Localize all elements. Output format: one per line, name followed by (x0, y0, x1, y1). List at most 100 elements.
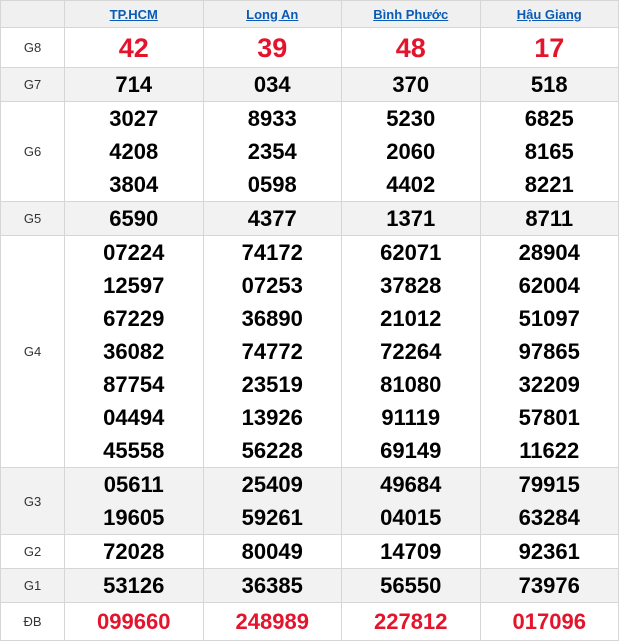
result-number: 2060 (386, 139, 436, 164)
result-cell: 28904 62004 51097 97865 32209 57801 11622 (479, 235, 619, 468)
result-cell: 25409 59261 (202, 467, 342, 535)
result-number: 51097 (518, 306, 580, 331)
result-number: 3804 (109, 172, 159, 197)
result-number: 017096 (512, 609, 586, 634)
result-cell: 49684 04015 (341, 467, 481, 535)
result-number: 11622 (519, 438, 580, 463)
result-cell: 8933 2354 0598 (202, 101, 342, 202)
result-cell: 80049 (202, 534, 342, 569)
result-number: 12597 (103, 273, 165, 298)
result-number: 74172 (241, 240, 303, 265)
result-cell: 48 (341, 27, 481, 68)
result-cell: 62071 37828 21012 72264 81080 91119 69149 (341, 235, 481, 468)
result-number: 099660 (97, 609, 171, 634)
result-number: 79915 (518, 472, 580, 497)
result-number: 48 (395, 32, 426, 63)
prize-label: G5 (0, 201, 65, 236)
result-cell: 14709 (341, 534, 481, 569)
result-number: 05611 (103, 472, 164, 497)
prize-label: G3 (0, 467, 65, 535)
result-number: 53126 (103, 573, 165, 598)
result-number: 25409 (241, 472, 303, 497)
result-number: 13926 (241, 405, 303, 430)
result-cell: 73976 (479, 568, 619, 603)
result-number: 518 (530, 72, 568, 97)
result-number: 36082 (103, 339, 165, 364)
result-cell: 72028 (64, 534, 204, 569)
result-number: 227812 (374, 609, 448, 634)
result-cell: 39 (202, 27, 342, 68)
result-number: 72264 (380, 339, 442, 364)
result-number: 8933 (247, 106, 297, 131)
result-number: 59261 (241, 505, 303, 530)
prize-row: G7 714 034 370 518 (0, 67, 619, 102)
result-number: 62004 (518, 273, 580, 298)
result-number: 07224 (103, 240, 165, 265)
province-link-binh-phuoc[interactable]: Bình Phước (341, 0, 481, 28)
result-number: 69149 (380, 438, 442, 463)
result-number: 49684 (380, 472, 442, 497)
result-number: 97865 (518, 339, 580, 364)
result-number: 2354 (247, 139, 297, 164)
province-header-row: TP.HCM Long An Bình Phước Hậu Giang (0, 0, 619, 28)
result-cell: 07224 12597 67229 36082 87754 04494 45558 (64, 235, 204, 468)
result-cell: 248989 (202, 602, 342, 641)
result-number: 6825 (524, 106, 574, 131)
result-number: 04015 (380, 505, 442, 530)
result-cell: 79915 63284 (479, 467, 619, 535)
result-number: 21012 (380, 306, 442, 331)
prize-column-header (0, 0, 65, 28)
result-number: 0598 (247, 172, 297, 197)
prize-row: G5 6590 4377 1371 8711 (0, 201, 619, 236)
province-link-tp-hcm[interactable]: TP.HCM (64, 0, 204, 28)
prize-row: G2 72028 80049 14709 92361 (0, 534, 619, 569)
province-link-hau-giang[interactable]: Hậu Giang (479, 0, 619, 28)
result-cell: 53126 (64, 568, 204, 603)
prize-row: G3 05611 19605 25409 59261 49684 04015 79915 632… (0, 467, 619, 535)
result-cell: 518 (479, 67, 619, 102)
result-number: 23519 (241, 372, 303, 397)
result-number: 39 (257, 32, 288, 63)
result-number: 57801 (518, 405, 580, 430)
result-number: 04494 (103, 405, 165, 430)
result-cell: 6825 8165 8221 (479, 101, 619, 202)
result-cell: 92361 (479, 534, 619, 569)
prize-label: G7 (0, 67, 65, 102)
prize-label: G1 (0, 568, 65, 603)
result-cell: 370 (341, 67, 481, 102)
result-number: 4377 (247, 206, 297, 231)
result-number: 74772 (241, 339, 303, 364)
prize-label: ĐB (0, 602, 65, 641)
prize-row: G8 42 39 48 17 (0, 27, 619, 68)
result-cell: 714 (64, 67, 204, 102)
result-number: 5230 (386, 106, 436, 131)
result-number: 8221 (524, 172, 574, 197)
result-cell: 034 (202, 67, 342, 102)
prize-row: G6 3027 4208 3804 8933 2354 0598 5230 2060 4402 68… (0, 101, 619, 202)
result-cell: 05611 19605 (64, 467, 204, 535)
result-number: 6590 (109, 206, 159, 231)
result-cell: 3027 4208 3804 (64, 101, 204, 202)
result-number: 80049 (241, 539, 303, 564)
result-cell: 1371 (341, 201, 481, 236)
result-number: 87754 (103, 372, 165, 397)
result-cell: 74172 07253 36890 74772 23519 13926 56228 (202, 235, 342, 468)
result-number: 45558 (103, 438, 165, 463)
result-number: 8711 (525, 206, 574, 231)
prize-label: G4 (0, 235, 65, 468)
result-number: 56228 (241, 438, 303, 463)
prize-row: ĐB 099660 248989 227812 017096 (0, 602, 619, 641)
result-number: 62071 (380, 240, 442, 265)
result-cell: 36385 (202, 568, 342, 603)
province-link-long-an[interactable]: Long An (202, 0, 342, 28)
result-number: 73976 (518, 573, 580, 598)
result-number: 714 (115, 72, 153, 97)
result-number: 32209 (518, 372, 580, 397)
result-cell: 8711 (479, 201, 619, 236)
result-cell: 099660 (64, 602, 204, 641)
result-number: 36890 (241, 306, 303, 331)
result-number: 91119 (381, 405, 441, 430)
result-number: 07253 (241, 273, 303, 298)
result-number: 14709 (380, 539, 442, 564)
result-cell: 42 (64, 27, 204, 68)
